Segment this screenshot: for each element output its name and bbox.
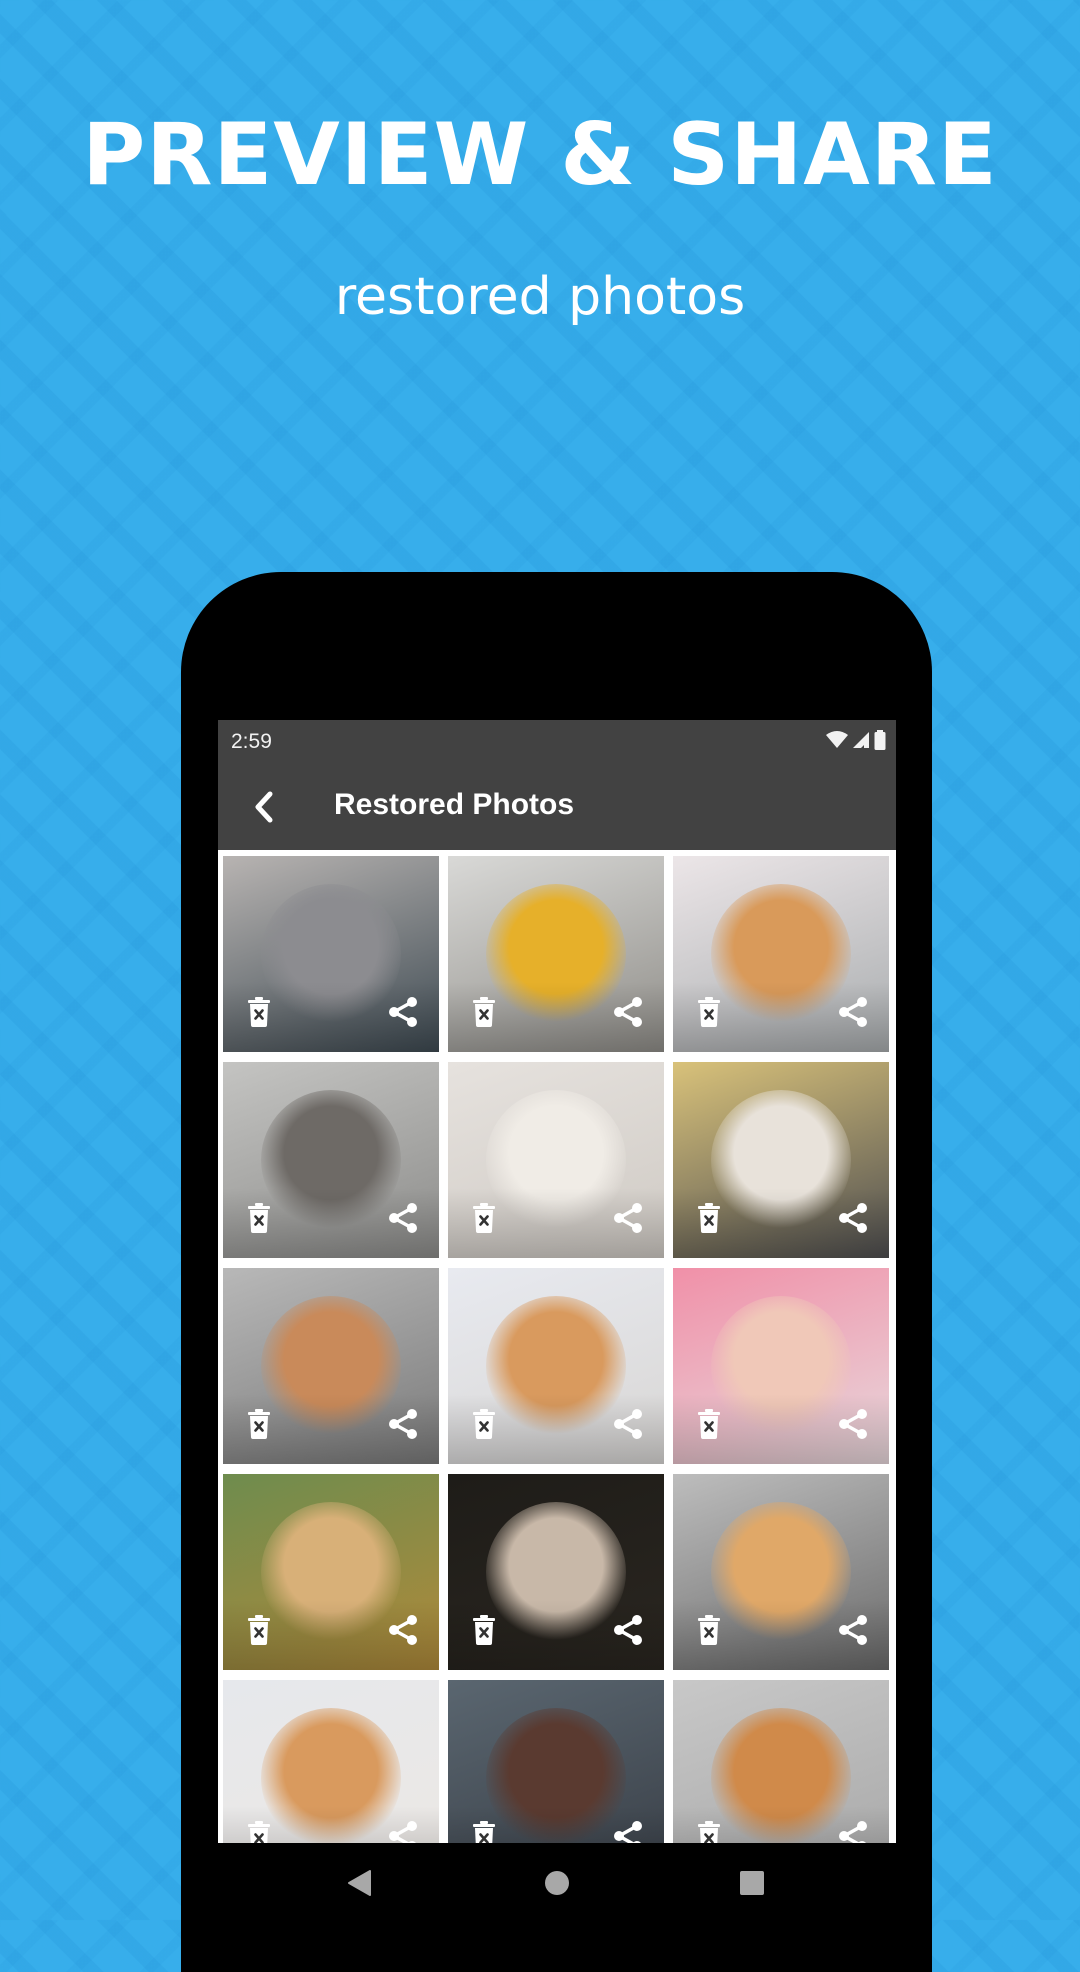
trash-delete-icon [697,1203,721,1237]
delete-photo-button[interactable] [689,1612,729,1652]
phone-screen: 2:59 Restored Photos [218,720,896,1920]
trash-delete-icon [247,1615,271,1649]
photo-tile[interactable] [448,1474,664,1670]
share-photo-button[interactable] [608,1406,648,1446]
share-photo-button[interactable] [383,1200,423,1240]
photo-tile[interactable] [673,856,889,1052]
share-icon [838,1614,868,1650]
photo-tile[interactable] [223,1062,439,1258]
delete-photo-button[interactable] [689,994,729,1034]
photo-tile[interactable] [673,1062,889,1258]
photo-tile[interactable] [673,1474,889,1670]
share-icon [388,1614,418,1650]
status-icons [826,729,886,755]
delete-photo-button[interactable] [239,1200,279,1240]
share-icon [838,1202,868,1238]
share-photo-button[interactable] [608,1200,648,1240]
share-photo-button[interactable] [608,1612,648,1652]
home-circle-icon [545,1871,569,1895]
nav-home-button[interactable] [537,1865,577,1901]
delete-photo-button[interactable] [464,1612,504,1652]
photo-tile[interactable] [223,1474,439,1670]
nav-recents-button[interactable] [732,1865,772,1901]
trash-delete-icon [472,997,496,1031]
share-photo-button[interactable] [608,994,648,1034]
delete-photo-button[interactable] [239,1406,279,1446]
back-button[interactable] [240,782,290,832]
promo-subline: restored photos [334,267,746,327]
trash-delete-icon [247,1409,271,1443]
share-photo-button[interactable] [833,1200,873,1240]
photo-tile[interactable] [448,1268,664,1464]
trash-delete-icon [472,1615,496,1649]
share-icon [613,1408,643,1444]
share-photo-button[interactable] [833,994,873,1034]
recents-square-icon [740,1871,764,1895]
photo-tile[interactable] [673,1268,889,1464]
share-icon [613,996,643,1032]
delete-photo-button[interactable] [689,1200,729,1240]
share-photo-button[interactable] [383,994,423,1034]
trash-delete-icon [247,1203,271,1237]
share-icon [388,996,418,1032]
delete-photo-button[interactable] [239,1612,279,1652]
trash-delete-icon [697,997,721,1031]
delete-photo-button[interactable] [464,994,504,1034]
photo-tile[interactable] [448,856,664,1052]
nav-back-button[interactable] [339,1865,379,1901]
share-icon [388,1408,418,1444]
share-photo-button[interactable] [833,1612,873,1652]
promo-headline: PREVIEW & SHARE [82,105,998,205]
share-icon [613,1202,643,1238]
cellular-signal-icon [852,731,870,754]
trash-delete-icon [697,1615,721,1649]
share-icon [838,996,868,1032]
delete-photo-button[interactable] [239,994,279,1034]
photo-tile[interactable] [223,1268,439,1464]
back-triangle-icon [348,1870,371,1896]
battery-icon [874,729,886,755]
photo-tile[interactable] [223,856,439,1052]
delete-photo-button[interactable] [464,1200,504,1240]
share-icon [613,1614,643,1650]
chevron-left-icon [255,791,273,823]
share-photo-button[interactable] [383,1406,423,1446]
trash-delete-icon [472,1203,496,1237]
system-nav-bar [218,1843,896,1920]
delete-photo-button[interactable] [689,1406,729,1446]
delete-photo-button[interactable] [464,1406,504,1446]
trash-delete-icon [247,997,271,1031]
status-bar: 2:59 [218,720,896,764]
share-photo-button[interactable] [383,1612,423,1652]
page-title: Restored Photos [334,788,575,821]
wifi-icon [826,730,848,754]
status-time: 2:59 [231,730,272,753]
share-icon [838,1408,868,1444]
trash-delete-icon [472,1409,496,1443]
trash-delete-icon [697,1409,721,1443]
share-photo-button[interactable] [833,1406,873,1446]
share-icon [388,1202,418,1238]
app-bar: Restored Photos [218,764,896,850]
photo-tile[interactable] [448,1062,664,1258]
photo-grid [223,856,895,1876]
